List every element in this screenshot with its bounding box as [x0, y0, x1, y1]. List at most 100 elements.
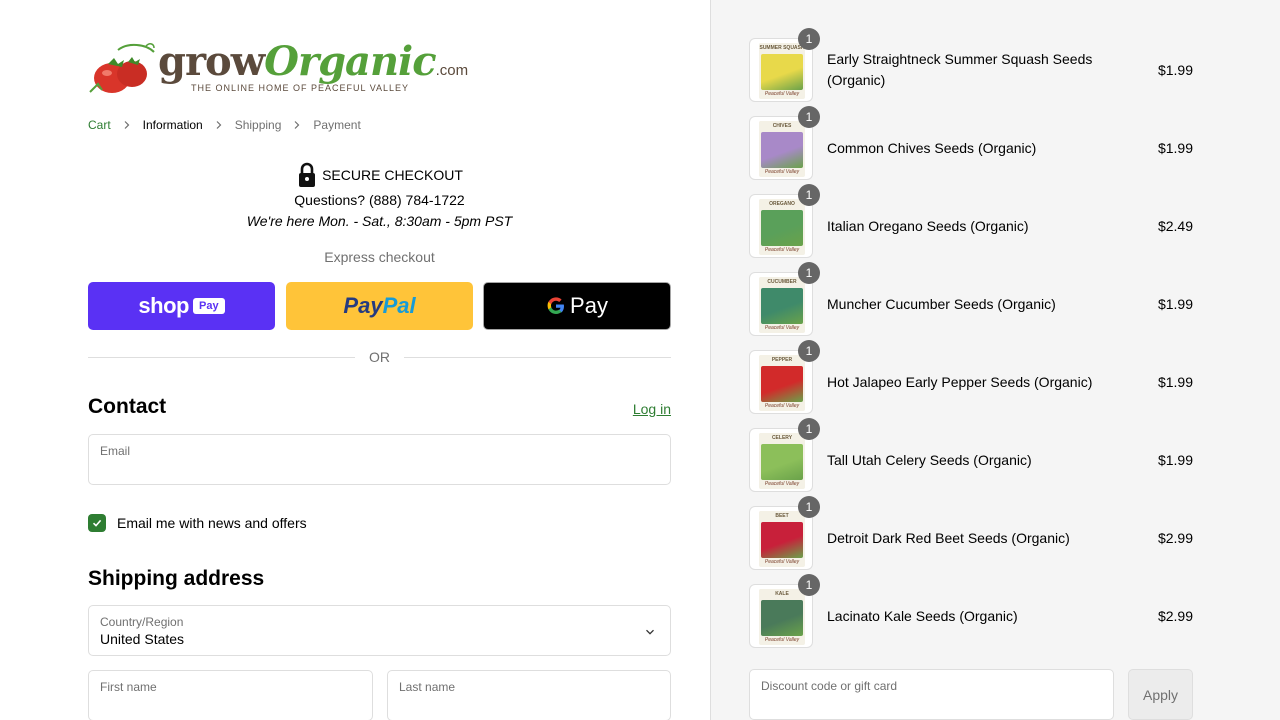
item-price: $1.99 [1157, 374, 1193, 390]
breadcrumb: Cart Information Shipping Payment [88, 118, 361, 132]
packet-brand: Peaceful Valley [764, 91, 800, 97]
item-name: Common Chives Seeds (Organic) [827, 139, 1037, 156]
log-in-link[interactable]: Log in [633, 401, 671, 417]
google-g-icon [547, 297, 565, 314]
express-checkout-label: Express checkout [324, 249, 435, 265]
google-pay-button[interactable]: Pay [483, 282, 671, 330]
shop-pay-button[interactable]: shop Pay [88, 282, 275, 330]
tomato-logo-icon [89, 43, 155, 93]
packet-label: CELERY [759, 433, 805, 444]
chevron-right-icon [293, 121, 301, 129]
cucumber-seed-packet-icon: CUCUMBER Peaceful Valley [759, 277, 805, 333]
cart-item: CUCUMBER Peaceful Valley 1 Muncher Cucumber… [749, 262, 1193, 336]
google-pay-wordmark: Pay [546, 293, 608, 319]
shop-pay-wordmark: shop [138, 293, 189, 318]
newsletter-checkbox[interactable] [88, 514, 106, 532]
item-name: Italian Oregano Seeds (Organic) [827, 217, 1029, 234]
beet-seed-packet-icon: BEET Peaceful Valley [759, 511, 805, 567]
breadcrumb-cart[interactable]: Cart [88, 118, 111, 132]
contact-heading: Contact [88, 395, 167, 418]
packet-brand: Peaceful Valley [764, 637, 800, 643]
quantity-badge: 1 [798, 418, 820, 440]
email-input[interactable] [100, 462, 659, 480]
paypal-button[interactable]: PayPal [286, 282, 473, 330]
country-select[interactable]: Country/Region United States [88, 605, 671, 656]
item-price: $1.99 [1157, 452, 1193, 468]
last-name-input[interactable] [399, 698, 659, 716]
cart-item: BEET Peaceful Valley 1 Detroit Dark Red Bee… [749, 496, 1193, 570]
secure-checkout-info: SECURE CHECKOUT Questions? (888) 784-172… [88, 162, 671, 232]
checkout-content: growOrganic.com THE ONLINE HOME OF PEACE… [88, 0, 671, 720]
lock-icon [299, 162, 316, 187]
packet-art [761, 288, 803, 324]
cart-item: KALE Peaceful Valley 1 Lacinato Kale Seeds … [749, 574, 1193, 648]
discount-code-field[interactable]: Discount code or gift card [749, 669, 1114, 720]
cart-item: PEPPER Peaceful Valley 1 Hot Jalapeo Early … [749, 340, 1193, 414]
packet-label: PEPPER [759, 355, 805, 366]
first-name-label: First name [100, 680, 157, 694]
cart-item: CELERY Peaceful Valley 1 Tall Utah Celery S… [749, 418, 1193, 492]
breadcrumb-payment: Payment [313, 118, 361, 132]
packet-label: BEET [759, 511, 805, 522]
support-phone: Questions? (888) 784-1722 [294, 192, 465, 208]
quantity-badge: 1 [798, 184, 820, 206]
packet-art [761, 366, 803, 402]
packet-brand: Peaceful Valley [764, 403, 800, 409]
email-label: Email [100, 444, 131, 458]
quantity-badge: 1 [798, 574, 820, 596]
grow-organic-logo[interactable]: growOrganic.com THE ONLINE HOME OF PEACE… [88, 36, 468, 102]
apply-discount-button[interactable]: Apply [1128, 669, 1193, 720]
packet-brand: Peaceful Valley [764, 247, 800, 253]
oregano-seed-packet-icon: OREGANO Peaceful Valley [759, 199, 805, 255]
packet-art [761, 54, 803, 90]
packet-art [761, 522, 803, 558]
item-price: $1.99 [1157, 140, 1193, 156]
secure-checkout-title: SECURE CHECKOUT [322, 167, 463, 183]
first-name-field[interactable]: First name [88, 670, 373, 720]
first-name-input[interactable] [100, 698, 361, 716]
packet-art [761, 132, 803, 168]
quantity-badge: 1 [798, 340, 820, 362]
last-name-label: Last name [399, 680, 456, 694]
country-value: United States [100, 631, 185, 647]
item-price: $2.49 [1157, 218, 1193, 234]
breadcrumb-information: Information [142, 118, 203, 132]
squash-seed-packet-icon: SUMMER SQUASH Peaceful Valley [759, 43, 805, 99]
item-name: Muncher Cucumber Seeds (Organic) [827, 295, 1056, 312]
kale-seed-packet-icon: KALE Peaceful Valley [759, 589, 805, 645]
cart-item: OREGANO Peaceful Valley 1 Italian Oregano S… [749, 184, 1193, 258]
chevron-right-icon [215, 121, 223, 129]
paypal-wordmark: PayPal [343, 293, 416, 318]
item-price: $2.99 [1157, 530, 1193, 546]
quantity-badge: 1 [798, 496, 820, 518]
newsletter-label: Email me with news and offers [117, 515, 307, 531]
packet-label: CUCUMBER [759, 277, 805, 288]
shipping-address-heading: Shipping address [88, 567, 265, 590]
packet-label: OREGANO [759, 199, 805, 210]
packet-brand: Peaceful Valley [764, 169, 800, 175]
discount-input[interactable] [761, 697, 1102, 715]
packet-label: CHIVES [759, 121, 805, 132]
packet-art [761, 210, 803, 246]
checkmark-icon [92, 519, 102, 527]
chevron-right-icon [123, 121, 131, 129]
cart-item: SUMMER SQUASH Peaceful Valley 1 Early Strai… [749, 28, 1193, 102]
item-price: $1.99 [1157, 62, 1193, 78]
or-divider: OR [88, 349, 671, 365]
packet-art [761, 444, 803, 480]
cart-item: CHIVES Peaceful Valley 1 Common Chives Seed… [749, 106, 1193, 180]
newsletter-checkbox-row[interactable]: Email me with news and offers [88, 514, 307, 532]
pepper-seed-packet-icon: PEPPER Peaceful Valley [759, 355, 805, 411]
last-name-field[interactable]: Last name [387, 670, 671, 720]
packet-label: KALE [759, 589, 805, 600]
item-price: $2.99 [1157, 608, 1193, 624]
quantity-badge: 1 [798, 106, 820, 128]
order-summary-panel: SUMMER SQUASH Peaceful Valley 1 Early Strai… [710, 0, 1280, 720]
email-field[interactable]: Email [88, 434, 671, 485]
packet-brand: Peaceful Valley [764, 481, 800, 487]
quantity-badge: 1 [798, 28, 820, 50]
celery-seed-packet-icon: CELERY Peaceful Valley [759, 433, 805, 489]
item-name: Lacinato Kale Seeds (Organic) [827, 607, 1018, 624]
item-name: Tall Utah Celery Seeds (Organic) [827, 451, 1032, 468]
item-name: Detroit Dark Red Beet Seeds (Organic) [827, 529, 1070, 546]
